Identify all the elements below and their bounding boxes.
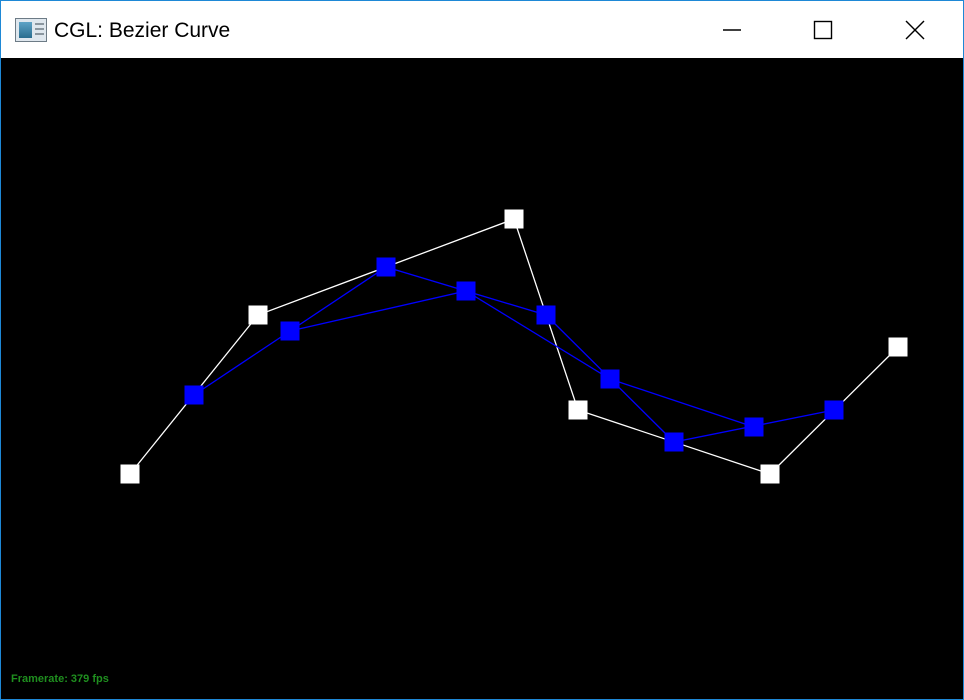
level2-point-2[interactable] xyxy=(456,281,476,301)
level1-point-5[interactable] xyxy=(824,400,844,420)
level2-point-1[interactable] xyxy=(280,321,300,341)
control-point-3[interactable] xyxy=(504,209,524,229)
title-bar[interactable]: CGL: Bezier Curve xyxy=(1,1,963,58)
minimize-button[interactable] xyxy=(686,1,778,58)
close-icon xyxy=(905,20,925,39)
level2-point-4[interactable] xyxy=(744,417,764,437)
render-viewport[interactable] xyxy=(1,58,963,699)
level2-point-3[interactable] xyxy=(600,369,620,389)
application-window-icon[interactable] xyxy=(15,18,47,42)
control-point-1[interactable] xyxy=(120,464,140,484)
bezier-scene[interactable] xyxy=(1,58,963,699)
control-polygon-line xyxy=(129,218,899,475)
subdivision-level-1-line xyxy=(193,266,835,443)
control-point-5[interactable] xyxy=(760,464,780,484)
maximize-button[interactable] xyxy=(777,1,869,58)
level1-point-4[interactable] xyxy=(664,432,684,452)
control-point-6[interactable] xyxy=(888,337,908,357)
level1-point-1[interactable] xyxy=(184,385,204,405)
minimize-icon xyxy=(723,28,741,31)
level1-point-3[interactable] xyxy=(536,305,556,325)
level1-point-2[interactable] xyxy=(376,257,396,277)
control-point-4[interactable] xyxy=(568,400,588,420)
maximize-icon xyxy=(813,20,833,39)
window-title: CGL: Bezier Curve xyxy=(54,19,231,42)
close-button[interactable] xyxy=(869,1,961,58)
control-point-2[interactable] xyxy=(248,305,268,325)
framerate-readout: Framerate: 379 fps xyxy=(11,673,109,685)
subdivision-level-2-line xyxy=(289,290,755,428)
app-window: CGL: Bezier Curve xyxy=(0,0,964,700)
